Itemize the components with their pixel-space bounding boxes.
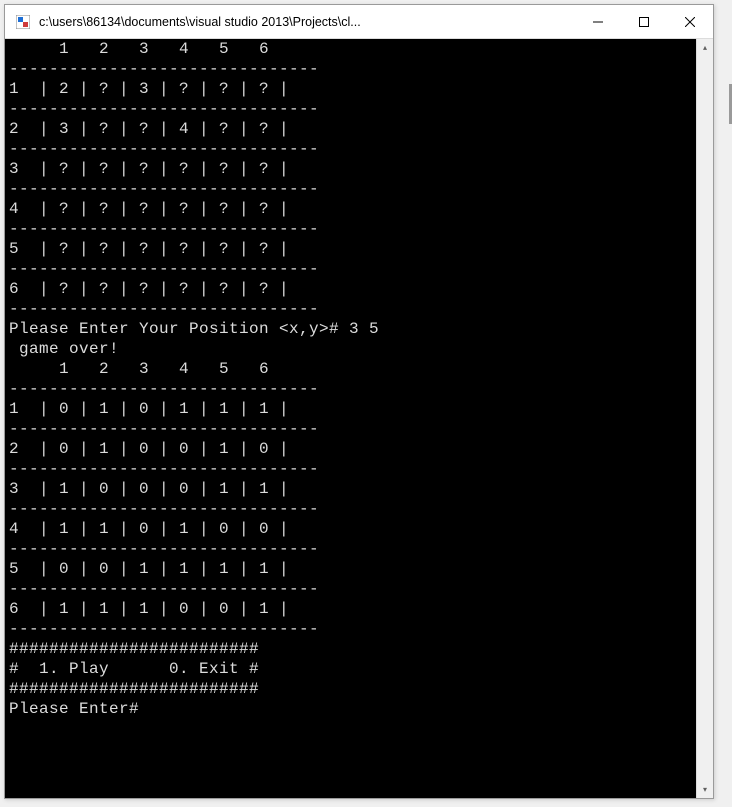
- window-controls: [575, 5, 713, 38]
- minimize-button[interactable]: [575, 5, 621, 38]
- app-icon: [15, 14, 31, 30]
- vertical-scrollbar[interactable]: ▴ ▾: [696, 39, 713, 798]
- console-area: 1 2 3 4 5 6 ----------------------------…: [5, 39, 713, 798]
- scroll-down-button[interactable]: ▾: [697, 781, 713, 798]
- console-output[interactable]: 1 2 3 4 5 6 ----------------------------…: [5, 39, 696, 798]
- console-window: c:\users\86134\documents\visual studio 2…: [4, 4, 714, 799]
- close-button[interactable]: [667, 5, 713, 38]
- maximize-button[interactable]: [621, 5, 667, 38]
- scroll-up-button[interactable]: ▴: [697, 39, 713, 56]
- window-title: c:\users\86134\documents\visual studio 2…: [39, 15, 369, 29]
- titlebar[interactable]: c:\users\86134\documents\visual studio 2…: [5, 5, 713, 39]
